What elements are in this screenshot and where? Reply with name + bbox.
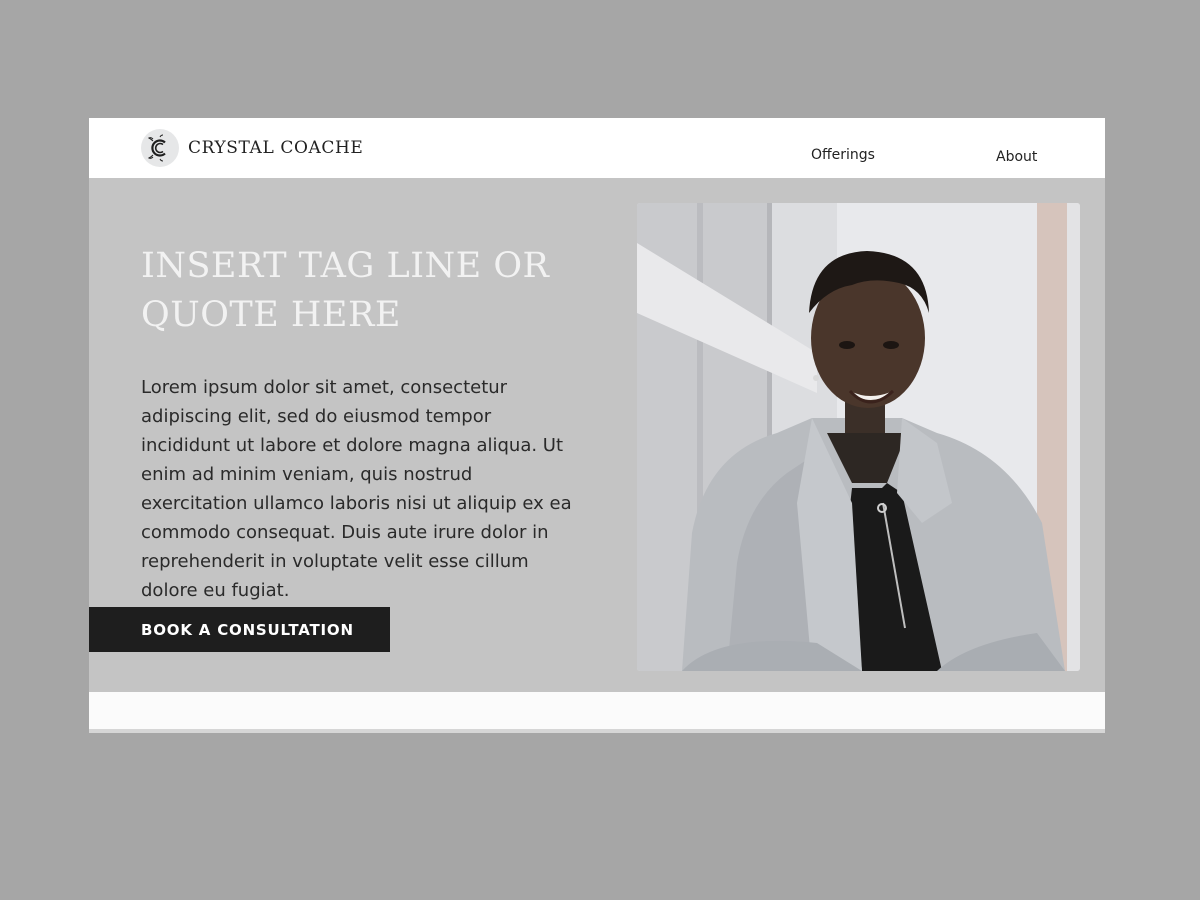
c-monogram-logo-icon[interactable] [141,129,179,167]
portrait-illustration [637,203,1080,671]
hero-tagline: INSERT TAG LINE OR QUOTE HERE [141,246,550,335]
site-header: CRYSTAL COACHE Offerings About [89,118,1105,178]
footer-band [89,692,1105,729]
book-consultation-button[interactable]: BOOK A CONSULTATION [89,607,390,652]
footer-divider [89,729,1105,733]
hero-body-text: Lorem ipsum dolor sit amet, consectetur … [141,377,572,601]
coach-portrait-photo [637,203,1080,671]
left-eye [839,341,855,349]
brand-name[interactable]: CRYSTAL COACHE [188,138,363,158]
nav-link-offerings[interactable]: Offerings [811,147,875,163]
logo-svg [147,134,166,162]
nav-link-about[interactable]: About [996,149,1037,165]
website-frame: CRYSTAL COACHE Offerings About INSERT TA… [89,118,1105,733]
photo-right-edge [1067,203,1080,671]
right-eye [883,341,899,349]
earring [813,375,819,381]
